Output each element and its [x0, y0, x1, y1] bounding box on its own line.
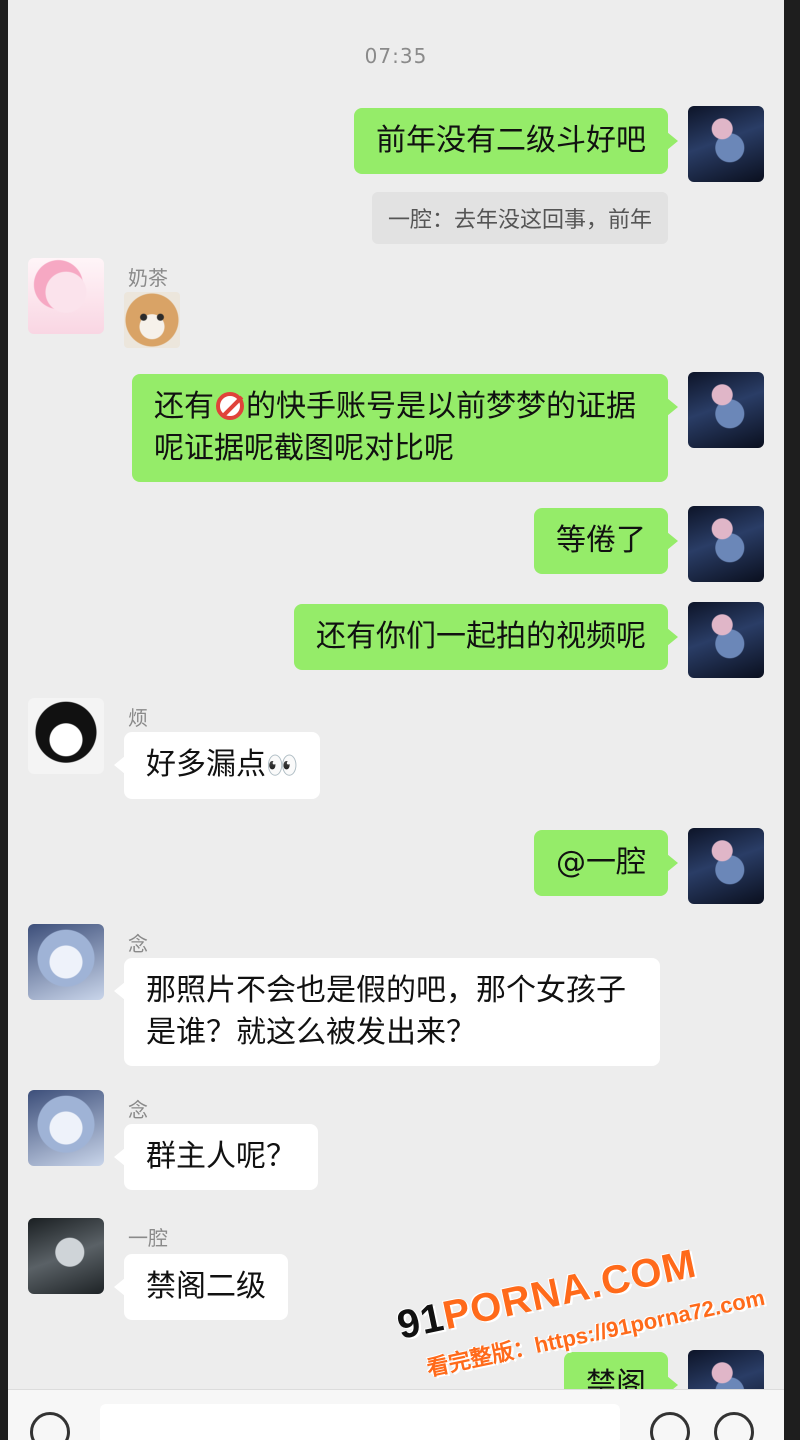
self-avatar[interactable]	[688, 602, 764, 678]
sender-name: 念	[128, 1098, 148, 1122]
eyes-emoji-icon: 👀	[266, 751, 299, 781]
sender-name: 念	[128, 932, 148, 956]
message-bubble-other[interactable]: 那照片不会也是假的吧，那个女孩子是谁？就这么被发出来？	[114, 958, 660, 1066]
yiqiang-avatar[interactable]	[28, 1218, 104, 1294]
emoji-icon[interactable]	[650, 1412, 690, 1440]
chat-screen: 07:35 前年没有二级斗好吧 一腔：去年没这回事，前年 奶茶 还有 的快手账号是…	[8, 0, 784, 1440]
sender-name: 烦	[128, 706, 148, 730]
naicha-avatar[interactable]	[28, 258, 104, 334]
nian-avatar[interactable]	[28, 924, 104, 1000]
message-bubble-self[interactable]: 前年没有二级斗好吧	[354, 108, 678, 174]
message-input[interactable]	[100, 1404, 620, 1440]
self-avatar[interactable]	[688, 828, 764, 904]
message-bubble-other[interactable]: 好多漏点👀	[113, 732, 321, 799]
watermark-logo: 91PORNA.COM	[393, 1241, 701, 1348]
message-bubble-self[interactable]: 等倦了	[534, 508, 678, 574]
message-bubble-self[interactable]: 还有你们一起拍的视频呢	[294, 604, 678, 670]
message-bubble-other[interactable]: 群主人呢？	[114, 1124, 318, 1190]
prohibited-icon	[216, 392, 244, 420]
nian-avatar[interactable]	[28, 1090, 104, 1166]
self-avatar[interactable]	[688, 506, 764, 582]
self-avatar[interactable]	[688, 372, 764, 448]
sender-name: 奶茶	[128, 266, 168, 290]
message-timestamp: 07:35	[364, 44, 428, 68]
cat-sticker-icon[interactable]	[124, 292, 180, 348]
quoted-message[interactable]: 一腔：去年没这回事，前年	[371, 192, 668, 244]
message-bubble-self[interactable]: 还有 的快手账号是以前梦梦的证据呢证据呢截图呢对比呢	[132, 374, 678, 482]
fan-avatar[interactable]	[28, 698, 104, 774]
plus-icon[interactable]	[714, 1412, 754, 1440]
input-bar	[8, 1389, 784, 1440]
message-bubble-other[interactable]: 禁阁二级	[114, 1254, 288, 1320]
sender-name: 一腔	[128, 1226, 168, 1250]
message-text-part: 还有	[154, 389, 214, 424]
voice-icon[interactable]	[30, 1412, 70, 1440]
message-text: 好多漏点	[146, 747, 266, 782]
message-bubble-self[interactable]: @一腔	[534, 830, 678, 896]
self-avatar[interactable]	[688, 106, 764, 182]
